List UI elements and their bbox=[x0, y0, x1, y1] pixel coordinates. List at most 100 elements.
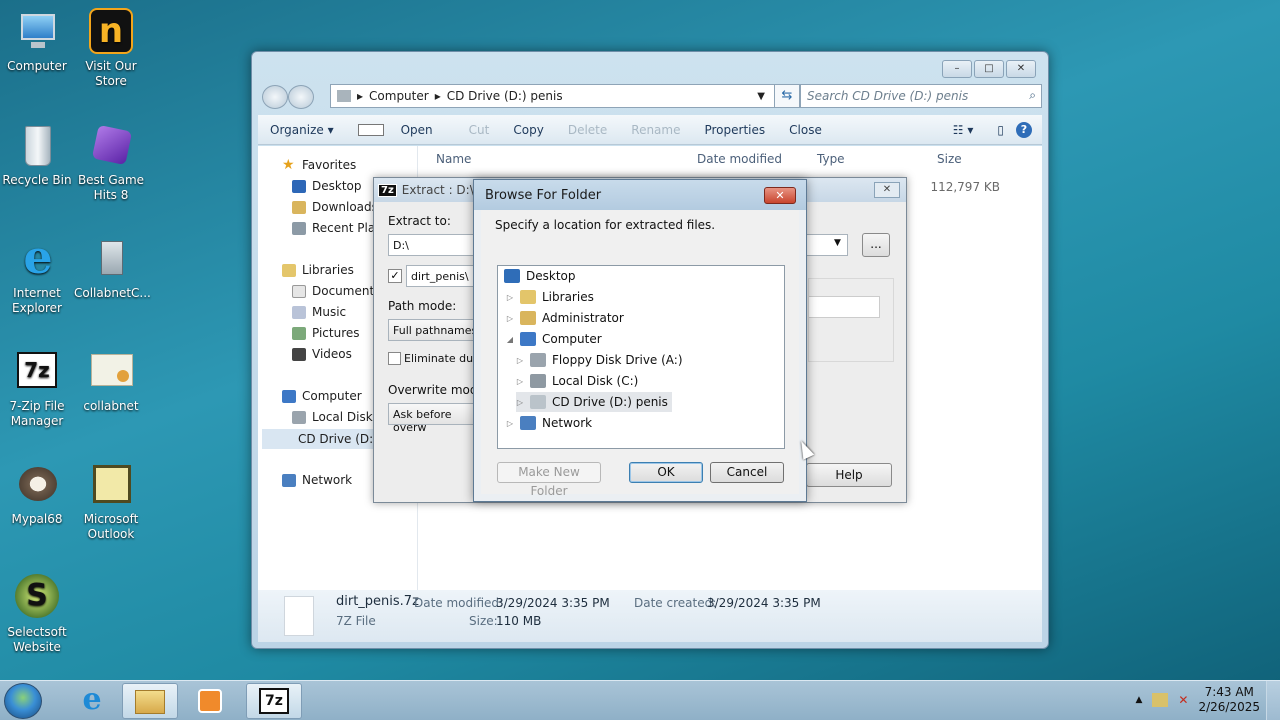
ok-button[interactable]: OK bbox=[629, 462, 703, 483]
internet-explorer-icon: e bbox=[82, 682, 102, 717]
taskbar-media-player[interactable] bbox=[182, 683, 238, 719]
eliminate-duplicates-checkbox[interactable] bbox=[388, 352, 401, 365]
show-hidden-icons-button[interactable]: ▲ bbox=[1135, 695, 1142, 705]
desktop-icon-label: 7-Zip File Manager bbox=[9, 399, 65, 428]
taskbar-internet-explorer[interactable]: e bbox=[64, 683, 120, 719]
expand-arrow-icon[interactable]: ▷ bbox=[506, 314, 514, 323]
delete-button[interactable]: Delete bbox=[556, 123, 619, 137]
tree-item-computer[interactable]: ◢ Computer bbox=[506, 329, 602, 349]
computer-icon bbox=[520, 332, 536, 346]
nav-network[interactable]: Network bbox=[282, 473, 352, 487]
nav-favorites[interactable]: ★ Favorites bbox=[282, 158, 356, 173]
help-button[interactable]: Help bbox=[806, 463, 892, 487]
column-date-modified[interactable]: Date modified bbox=[697, 152, 782, 166]
nav-videos[interactable]: Videos bbox=[292, 347, 352, 361]
preview-pane-icon[interactable]: ▯ bbox=[985, 123, 1016, 137]
cut-button[interactable]: Cut bbox=[457, 123, 502, 137]
close-button[interactable]: ✕ bbox=[764, 187, 796, 204]
taskbar-explorer[interactable] bbox=[122, 683, 178, 719]
tree-item-cd-drive[interactable]: ▷ CD Drive (D:) penis bbox=[516, 392, 672, 412]
column-name[interactable]: Name bbox=[436, 152, 471, 166]
floppy-drive-icon bbox=[530, 353, 546, 367]
pictures-icon bbox=[292, 326, 306, 340]
copy-button[interactable]: Copy bbox=[501, 123, 555, 137]
nav-downloads[interactable]: Downloads bbox=[292, 200, 378, 214]
desktop-icon-recycle-bin[interactable]: Recycle Bin bbox=[0, 122, 74, 188]
view-options-icon[interactable]: ☷ ▾ bbox=[941, 123, 986, 137]
back-button[interactable] bbox=[262, 85, 288, 109]
desktop-icon-label: Visit Our Store bbox=[85, 59, 137, 88]
nav-libraries[interactable]: Libraries bbox=[282, 263, 354, 277]
chevron-down-icon[interactable]: ▼ bbox=[834, 238, 841, 248]
close-button[interactable]: ✕ bbox=[1006, 60, 1036, 78]
address-bar[interactable]: ▸ Computer ▸ CD Drive (D:) penis ▼ bbox=[330, 84, 796, 108]
desktop-icon-mypal[interactable]: Mypal68 bbox=[0, 461, 74, 527]
search-icon: ⌕ bbox=[1029, 88, 1036, 102]
folder-tree[interactable]: Desktop ▷ Libraries ▷ Administrator ◢ Co… bbox=[497, 265, 785, 449]
properties-button[interactable]: Properties bbox=[692, 123, 777, 137]
expand-arrow-icon[interactable]: ▷ bbox=[506, 419, 514, 428]
forward-button[interactable] bbox=[288, 85, 314, 109]
open-button[interactable]: Open bbox=[346, 123, 457, 137]
tree-item-network[interactable]: ▷ Network bbox=[506, 413, 592, 433]
desktop-icon-internet-explorer[interactable]: e Internet Explorer bbox=[0, 234, 74, 316]
cancel-button[interactable]: Cancel bbox=[710, 462, 784, 483]
nav-music[interactable]: Music bbox=[292, 305, 346, 319]
taskbar-7zip[interactable]: 7z bbox=[246, 683, 302, 719]
details-filename: dirt_penis.7z bbox=[336, 594, 419, 609]
rename-button[interactable]: Rename bbox=[619, 123, 692, 137]
details-date-created: 3/29/2024 3:35 PM bbox=[707, 596, 821, 610]
expand-arrow-icon[interactable]: ▷ bbox=[516, 398, 524, 407]
desktop-icon-computer[interactable]: Computer bbox=[0, 8, 74, 74]
expand-arrow-icon[interactable]: ▷ bbox=[516, 377, 524, 386]
search-input[interactable]: Search CD Drive (D:) penis ⌕ bbox=[800, 84, 1042, 108]
desktop-icon-7zip[interactable]: 7z 7-Zip File Manager bbox=[0, 348, 74, 429]
subfolder-checkbox[interactable]: ✓ bbox=[388, 269, 402, 283]
column-type[interactable]: Type bbox=[817, 152, 845, 166]
volume-muted-icon[interactable]: ✕ bbox=[1178, 693, 1188, 707]
expand-arrow-icon[interactable]: ▷ bbox=[506, 293, 514, 302]
desktop-icon-selectsoft[interactable]: S Selectsoft Website bbox=[0, 574, 74, 655]
minimize-button[interactable]: – bbox=[942, 60, 972, 78]
refresh-button[interactable]: ⇆ bbox=[774, 84, 800, 108]
desktop-icon-outlook[interactable]: Microsoft Outlook bbox=[74, 461, 148, 542]
desktop-icon-collabnet[interactable]: collabnet bbox=[74, 348, 148, 414]
breadcrumb-cd-drive[interactable]: CD Drive (D:) penis bbox=[447, 89, 563, 103]
breadcrumb-computer[interactable]: Computer bbox=[369, 89, 429, 103]
desktop-icon-collabnet-client[interactable]: CollabnetC... bbox=[74, 235, 151, 301]
start-button[interactable] bbox=[4, 683, 42, 719]
extract-close-button[interactable]: ✕ bbox=[874, 182, 900, 198]
tree-item-libraries[interactable]: ▷ Libraries bbox=[506, 287, 594, 307]
make-new-folder-button[interactable]: Make New Folder bbox=[497, 462, 601, 498]
nav-computer[interactable]: Computer bbox=[282, 389, 362, 403]
column-size[interactable]: Size bbox=[937, 152, 962, 166]
tree-item-local-disk[interactable]: ▷ Local Disk (C:) bbox=[516, 371, 638, 391]
desktop-icon-games[interactable]: Best Game Hits 8 bbox=[74, 122, 148, 203]
nav-cd-drive[interactable]: CD Drive (D:) bbox=[262, 429, 378, 449]
collapse-arrow-icon[interactable]: ◢ bbox=[506, 335, 514, 344]
help-icon[interactable]: ? bbox=[1016, 121, 1032, 138]
network-icon bbox=[520, 416, 536, 430]
desktop-icon-store[interactable]: n Visit Our Store bbox=[74, 8, 148, 89]
tree-item-floppy[interactable]: ▷ Floppy Disk Drive (A:) bbox=[516, 350, 683, 370]
expand-arrow-icon[interactable]: ▷ bbox=[516, 356, 524, 365]
network-icon[interactable] bbox=[1152, 693, 1169, 707]
tree-item-desktop[interactable]: Desktop bbox=[504, 266, 576, 286]
clock[interactable]: 7:43 AM 2/26/2025 bbox=[1198, 685, 1260, 715]
details-size: 110 MB bbox=[496, 614, 542, 628]
nav-documents[interactable]: Documents bbox=[292, 284, 380, 298]
tree-item-administrator[interactable]: ▷ Administrator bbox=[506, 308, 624, 328]
close-button[interactable]: Close bbox=[777, 123, 834, 137]
sevenzip-icon: 7z bbox=[378, 183, 397, 197]
chevron-down-icon[interactable]: ▼ bbox=[757, 91, 765, 102]
browse-button[interactable]: ... bbox=[862, 233, 890, 257]
nav-desktop[interactable]: Desktop bbox=[292, 179, 362, 193]
show-desktop-button[interactable] bbox=[1266, 681, 1280, 720]
browse-title: Browse For Folder bbox=[474, 180, 806, 210]
file-icon bbox=[357, 123, 384, 136]
user-folder-icon bbox=[520, 311, 536, 325]
nav-pictures[interactable]: Pictures bbox=[292, 326, 360, 340]
organize-button[interactable]: Organize ▾ bbox=[258, 123, 346, 137]
recent-places-icon bbox=[292, 221, 306, 235]
maximize-button[interactable]: □ bbox=[974, 60, 1004, 78]
